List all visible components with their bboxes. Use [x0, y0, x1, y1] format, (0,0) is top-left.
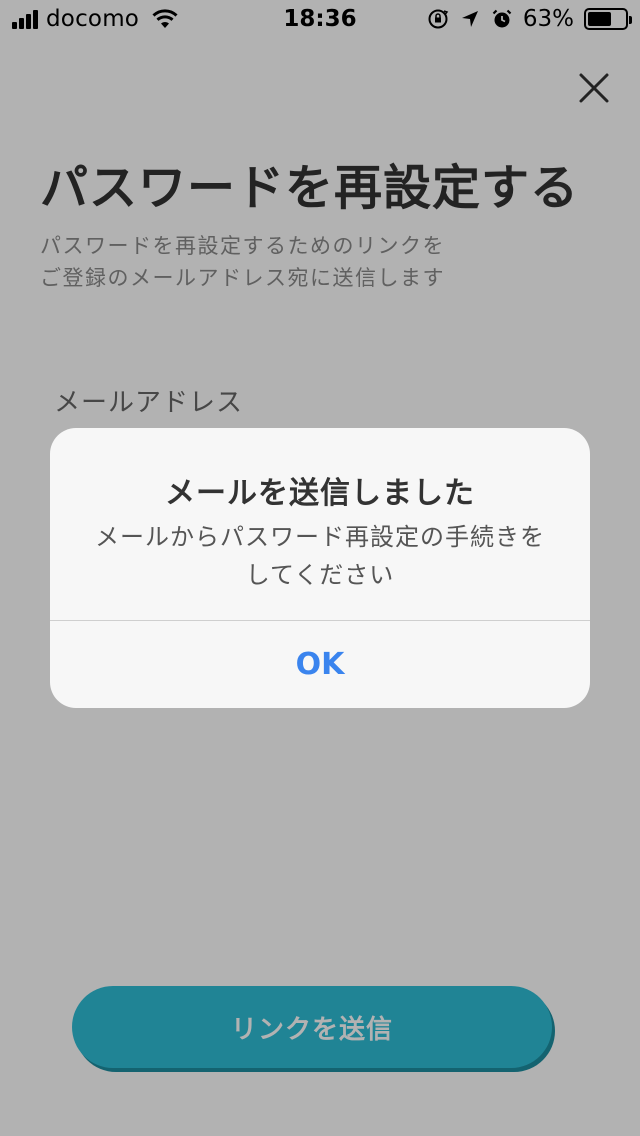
alert-message-line: メールからパスワード再設定の手続きを: [95, 523, 545, 551]
alert-message: メールからパスワード再設定の手続きを してください: [70, 518, 570, 594]
ok-button[interactable]: OK: [50, 621, 590, 708]
alert-dialog: メールを送信しました メールからパスワード再設定の手続きを してください OK: [50, 428, 590, 708]
alert-message-line: してください: [245, 561, 395, 589]
alert-title: メールを送信しました: [165, 476, 475, 511]
password-reset-screen: docomo 18:36 63% パスワードを再設定する パスワードを再設定する…: [0, 0, 640, 1136]
